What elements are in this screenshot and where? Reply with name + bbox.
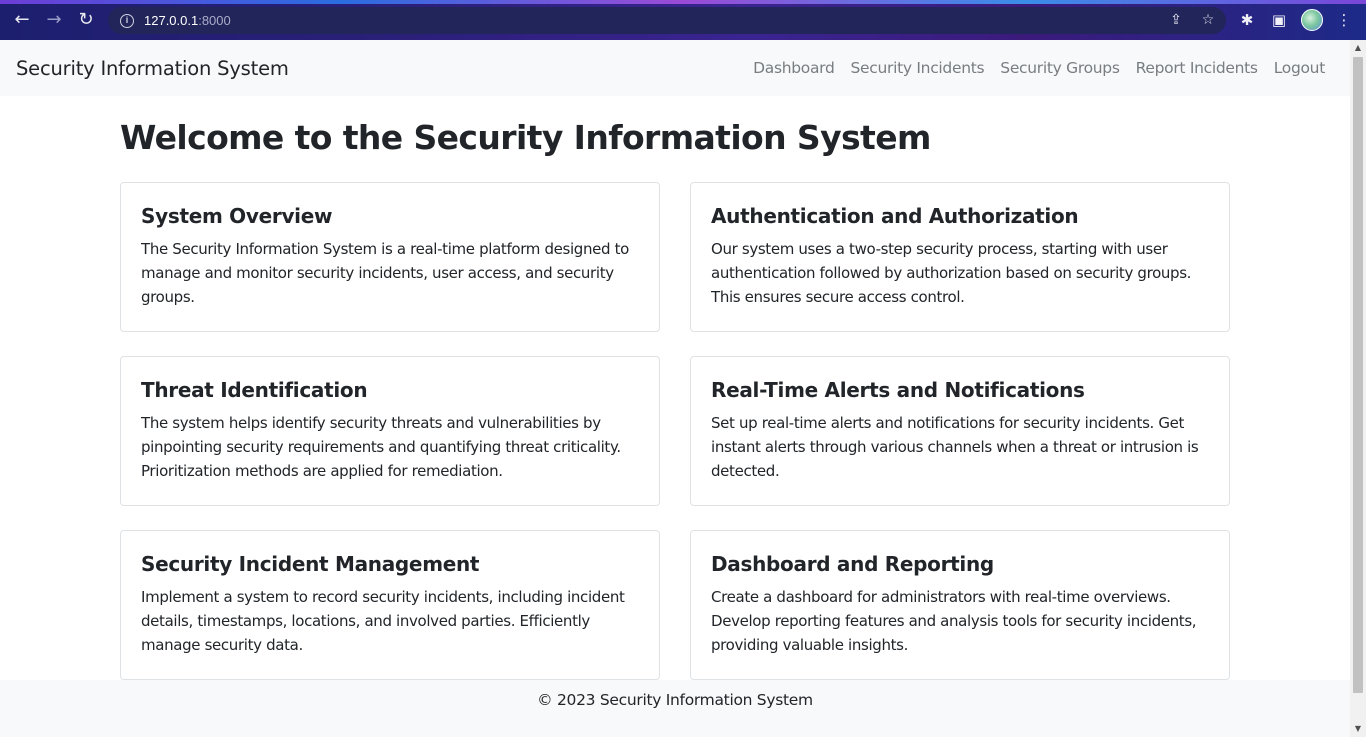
card-realtime-alerts: Real-Time Alerts and Notifications Set u… (690, 356, 1230, 506)
nav-dashboard-link[interactable]: Dashboard (753, 59, 835, 77)
nav-logout-link[interactable]: Logout (1274, 59, 1326, 77)
page-title: Welcome to the Security Information Syst… (120, 118, 931, 157)
back-icon[interactable]: ← (10, 8, 34, 32)
forward-icon[interactable]: → (42, 8, 66, 32)
card-text: Implement a system to record security in… (141, 588, 625, 654)
page-viewport: Security Information System Dashboard Se… (0, 40, 1350, 737)
card-dashboard-reporting: Dashboard and Reporting Create a dashboa… (690, 530, 1230, 680)
share-icon[interactable]: ⇪ (1166, 10, 1186, 30)
star-icon[interactable]: ☆ (1198, 10, 1218, 30)
profile-avatar[interactable] (1301, 9, 1323, 31)
brand-link[interactable]: Security Information System (16, 57, 289, 80)
nav-security-groups-link[interactable]: Security Groups (1000, 59, 1120, 77)
reload-icon[interactable]: ↻ (74, 8, 98, 32)
info-icon[interactable]: i (120, 13, 134, 28)
extensions-icon[interactable]: ✱ (1236, 9, 1258, 31)
card-threat-identification: Threat Identification The system helps i… (120, 356, 660, 506)
card-title: System Overview (141, 204, 333, 228)
url-text[interactable]: 127.0.0.1:8000 (144, 13, 231, 28)
address-bar[interactable]: i 127.0.0.1:8000 ⇪ ☆ (108, 7, 1226, 34)
footer: © 2023 Security Information System (0, 680, 1350, 737)
browser-menu-icon[interactable]: ⋮ (1333, 9, 1355, 31)
scroll-thumb[interactable] (1353, 57, 1363, 693)
card-text: The Security Information System is a rea… (141, 240, 629, 306)
browser-toolbar: ← → ↻ i 127.0.0.1:8000 ⇪ ☆ ✱ ▣ ⋮ (0, 0, 1366, 40)
card-system-overview: System Overview The Security Information… (120, 182, 660, 332)
url-port: :8000 (198, 13, 231, 28)
navbar: Security Information System Dashboard Se… (0, 40, 1350, 96)
card-title: Dashboard and Reporting (711, 552, 994, 576)
nav-links: Dashboard Security Incidents Security Gr… (737, 59, 1325, 77)
card-text: Our system uses a two-step security proc… (711, 240, 1192, 306)
scroll-up-icon[interactable]: ▲ (1350, 40, 1366, 56)
side-panel-icon[interactable]: ▣ (1268, 9, 1290, 31)
scroll-down-icon[interactable]: ▼ (1350, 721, 1366, 737)
footer-copyright: © 2023 Security Information System (537, 691, 813, 709)
vertical-scrollbar[interactable]: ▲ ▼ (1350, 40, 1366, 737)
card-incident-management: Security Incident Management Implement a… (120, 530, 660, 680)
card-title: Authentication and Authorization (711, 204, 1079, 228)
card-text: Create a dashboard for administrators wi… (711, 588, 1197, 654)
nav-security-incidents-link[interactable]: Security Incidents (851, 59, 985, 77)
card-text: The system helps identify security threa… (141, 414, 621, 480)
card-title: Security Incident Management (141, 552, 480, 576)
url-host: 127.0.0.1 (144, 13, 199, 28)
nav-report-incidents-link[interactable]: Report Incidents (1136, 59, 1258, 77)
card-title: Threat Identification (141, 378, 368, 402)
card-title: Real-Time Alerts and Notifications (711, 378, 1085, 402)
card-text: Set up real-time alerts and notification… (711, 414, 1199, 480)
card-authentication: Authentication and Authorization Our sys… (690, 182, 1230, 332)
